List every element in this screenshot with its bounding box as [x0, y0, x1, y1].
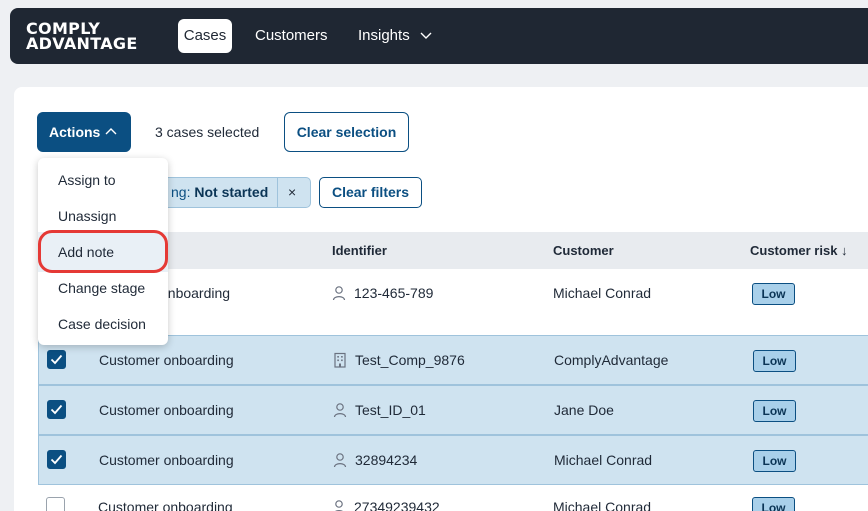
risk-badge: Low	[753, 400, 796, 422]
close-icon[interactable]: ×	[288, 178, 296, 207]
filter-chip-label: ng:	[171, 184, 191, 200]
risk-badge: Low	[753, 350, 796, 372]
case-identifier-text: 123-465-789	[354, 285, 434, 301]
actions-button-label: Actions	[49, 124, 101, 140]
nav-tab-insights-label: Insights	[358, 27, 410, 44]
table-row[interactable]: Customer onboarding Test_ID_01 Jane Doe …	[38, 385, 868, 435]
chevron-down-icon	[420, 32, 432, 40]
highlight-annotation	[38, 230, 168, 273]
menu-item-change-stage[interactable]: Change stage	[58, 280, 145, 296]
filter-chip-stage[interactable]: ng: Not started ×	[150, 177, 311, 208]
risk-badge: Low	[753, 450, 796, 472]
case-identifier: 27349239432	[332, 485, 440, 511]
column-header-customer-risk[interactable]: Customer risk ↓	[750, 232, 848, 269]
menu-item-case-decision[interactable]: Case decision	[58, 316, 146, 332]
person-icon	[334, 499, 344, 511]
table-row[interactable]: Customer onboarding 32894234 Michael Con…	[38, 435, 868, 485]
menu-item-assign-to[interactable]: Assign to	[58, 172, 116, 188]
case-customer: ComplyAdvantage	[554, 352, 669, 368]
case-customer: Michael Conrad	[553, 499, 652, 511]
case-identifier: 123-465-789	[332, 269, 433, 317]
case-type: Customer onboarding	[99, 402, 234, 418]
clear-filters-button[interactable]: Clear filters	[319, 177, 422, 208]
check-icon	[50, 454, 63, 465]
top-nav: COMPLY ADVANTAGE Cases Customers Insight…	[10, 8, 868, 64]
case-customer: Michael Conrad	[554, 452, 653, 468]
row-checkbox[interactable]	[47, 450, 66, 469]
case-identifier-text: 27349239432	[354, 499, 440, 511]
column-header-customer[interactable]: Customer	[553, 232, 614, 269]
chevron-up-icon	[105, 128, 117, 135]
risk-badge: Low	[752, 283, 795, 305]
row-checkbox[interactable]	[47, 350, 66, 369]
column-header-identifier[interactable]: Identifier	[332, 232, 387, 269]
building-icon	[334, 352, 346, 368]
person-icon	[333, 452, 347, 467]
person-icon	[332, 285, 346, 300]
actions-button[interactable]: Actions	[37, 112, 131, 152]
case-identifier-text: Test_Comp_9876	[355, 352, 465, 368]
filter-chip-text: ng: Not started	[171, 178, 268, 207]
case-type: Customer onboarding	[98, 499, 233, 511]
filter-chip-divider	[277, 178, 278, 207]
check-icon	[50, 354, 63, 365]
case-type: Customer onboarding	[99, 452, 234, 468]
nav-tab-customers[interactable]: Customers	[247, 19, 336, 53]
case-customer: Jane Doe	[554, 402, 614, 418]
selection-count: 3 cases selected	[155, 124, 260, 140]
case-identifier: Test_Comp_9876	[333, 336, 465, 384]
case-identifier-text: 32894234	[355, 452, 418, 468]
menu-item-unassign[interactable]: Unassign	[58, 208, 116, 224]
nav-tab-insights[interactable]: Insights	[350, 19, 440, 53]
case-type: onboarding	[160, 285, 231, 301]
row-checkbox[interactable]	[46, 497, 65, 511]
person-icon	[333, 402, 347, 417]
case-identifier: Test_ID_01	[333, 386, 426, 434]
case-customer: Michael Conrad	[553, 285, 652, 301]
check-icon	[50, 404, 63, 415]
filter-chip-value: Not started	[194, 184, 269, 200]
clear-selection-button[interactable]: Clear selection	[284, 112, 409, 152]
risk-badge: Low	[752, 497, 795, 511]
brand-logo[interactable]: COMPLY ADVANTAGE	[26, 21, 138, 53]
case-identifier: 32894234	[333, 436, 417, 484]
nav-tab-cases[interactable]: Cases	[178, 19, 232, 53]
case-identifier-text: Test_ID_01	[355, 402, 426, 418]
brand-line-2: ADVANTAGE	[26, 34, 138, 53]
table-row[interactable]: Customer onboarding 27349239432 Michael …	[38, 485, 868, 511]
row-checkbox[interactable]	[47, 400, 66, 419]
